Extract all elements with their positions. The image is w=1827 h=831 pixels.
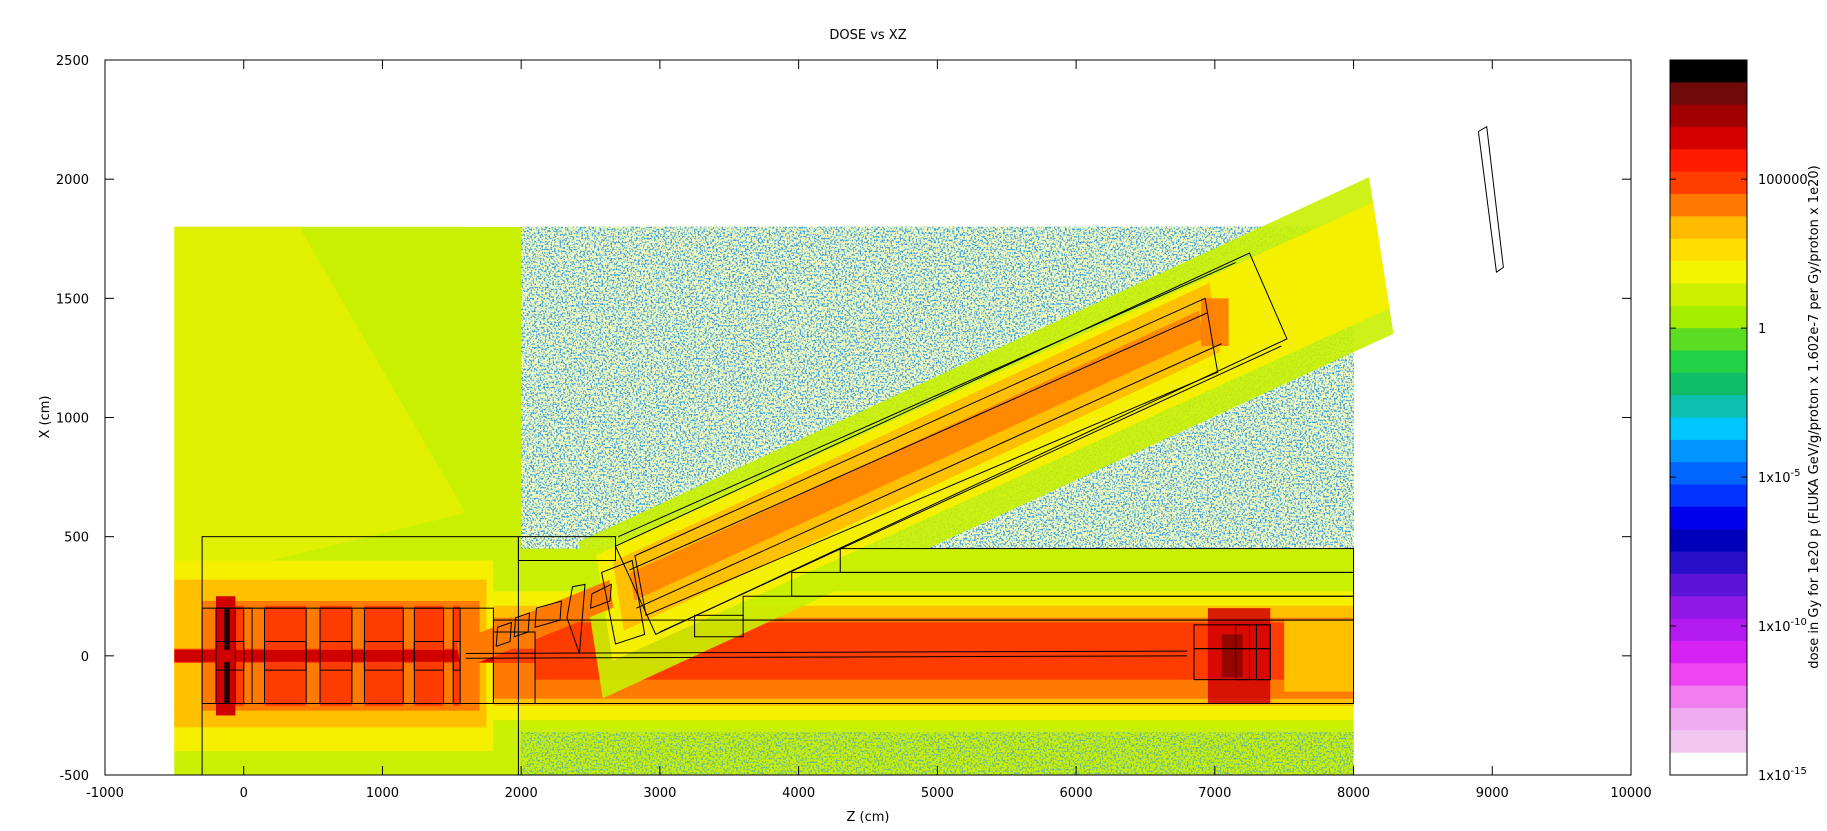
- x-tick-label: -1000: [86, 786, 124, 801]
- colorbar-swatch: [1670, 216, 1747, 240]
- colorbar-swatch: [1670, 372, 1747, 396]
- colorbar-swatch: [1670, 417, 1747, 441]
- colorbar-swatch: [1670, 618, 1747, 642]
- x-tick-label: 4000: [782, 786, 815, 801]
- y-tick-label: 1000: [56, 412, 89, 427]
- x-tick-label: 1000: [366, 786, 399, 801]
- colorbar-swatch: [1670, 104, 1747, 128]
- colorbar-swatch: [1670, 640, 1747, 664]
- colorbar-swatch: [1670, 82, 1747, 106]
- chart-title: DOSE vs XZ: [829, 28, 906, 43]
- colorbar-swatch: [1670, 462, 1747, 486]
- colorbar-swatch: [1670, 663, 1747, 687]
- y-tick-label: -500: [59, 769, 89, 784]
- colorbar-tick-label: 1x10-5: [1758, 468, 1801, 486]
- colorbar-swatch: [1670, 328, 1747, 352]
- dose-beam-core: [174, 649, 494, 662]
- colorbar: 100000 1 1x10-5 1x10-10 1x10-15: [1669, 59, 1808, 784]
- colorbar-swatch: [1670, 484, 1747, 508]
- colorbar-swatch: [1670, 730, 1747, 754]
- colorbar-swatch: [1670, 573, 1747, 597]
- colorbar-swatch: [1670, 707, 1747, 731]
- colorbar-swatch: [1670, 685, 1747, 709]
- colorbar-swatch: [1670, 305, 1747, 329]
- colorbar-swatch: [1670, 238, 1747, 262]
- colorbar-swatch: [1670, 194, 1747, 218]
- colorbar-swatch: [1670, 149, 1747, 173]
- dose-heatmap: [174, 177, 1394, 775]
- x-tick-label: 3000: [643, 786, 676, 801]
- dose-absorber-core: [1221, 634, 1243, 678]
- colorbar-tick-label: 100000: [1758, 173, 1808, 188]
- colorbar-tick-label: 1x10-15: [1758, 766, 1807, 784]
- colorbar-swatch: [1670, 261, 1747, 285]
- y-axis-label: X (cm): [38, 396, 53, 439]
- colorbar-swatch: [1670, 171, 1747, 195]
- colorbar-swatch: [1670, 60, 1747, 83]
- colorbar-swatch: [1670, 752, 1747, 776]
- x-tick-label: 6000: [1060, 786, 1093, 801]
- colorbar-tick-label: 1: [1758, 322, 1766, 337]
- dose-absorber-tail: [1284, 620, 1354, 692]
- colorbar-swatch: [1670, 506, 1747, 530]
- x-tick-label: 10000: [1610, 786, 1651, 801]
- colorbar-swatch: [1670, 350, 1747, 374]
- x-tick-label: 7000: [1198, 786, 1231, 801]
- y-tick-label: 2500: [56, 54, 89, 69]
- y-tick-label: 500: [64, 531, 89, 546]
- chart-svg: DOSE vs XZ -1000 0 1000 2000 3000 4000 5000 600…: [38, 28, 1822, 825]
- colorbar-swatch: [1670, 439, 1747, 463]
- y-tick-label: 0: [81, 650, 89, 665]
- x-tick-label: 2000: [505, 786, 538, 801]
- x-tick-label: 9000: [1476, 786, 1509, 801]
- x-tick-label: 5000: [921, 786, 954, 801]
- colorbar-swatch: [1670, 283, 1747, 307]
- outline-detector-slab: [1477, 125, 1504, 273]
- colorbar-swatch: [1670, 395, 1747, 419]
- x-tick-label: 0: [240, 786, 248, 801]
- y-tick-label: 1500: [56, 292, 89, 307]
- colorbar-swatch: [1670, 127, 1747, 150]
- x-axis-label: Z (cm): [847, 810, 890, 825]
- dose-tunnel-end: [1200, 298, 1229, 346]
- colorbar-swatch: [1670, 529, 1747, 553]
- y-tick-label: 2000: [56, 173, 89, 188]
- colorbar-swatch: [1670, 596, 1747, 620]
- dose-chart: DOSE vs XZ -1000 0 1000 2000 3000 4000 5000 600…: [0, 0, 1827, 827]
- colorbar-tick-label: 1x10-10: [1758, 617, 1807, 635]
- x-tick-label: 8000: [1337, 786, 1370, 801]
- colorbar-swatch: [1670, 551, 1747, 575]
- colorbar-label: dose in Gy for 1e20 p (FLUKA GeV/g/proto…: [1807, 165, 1822, 668]
